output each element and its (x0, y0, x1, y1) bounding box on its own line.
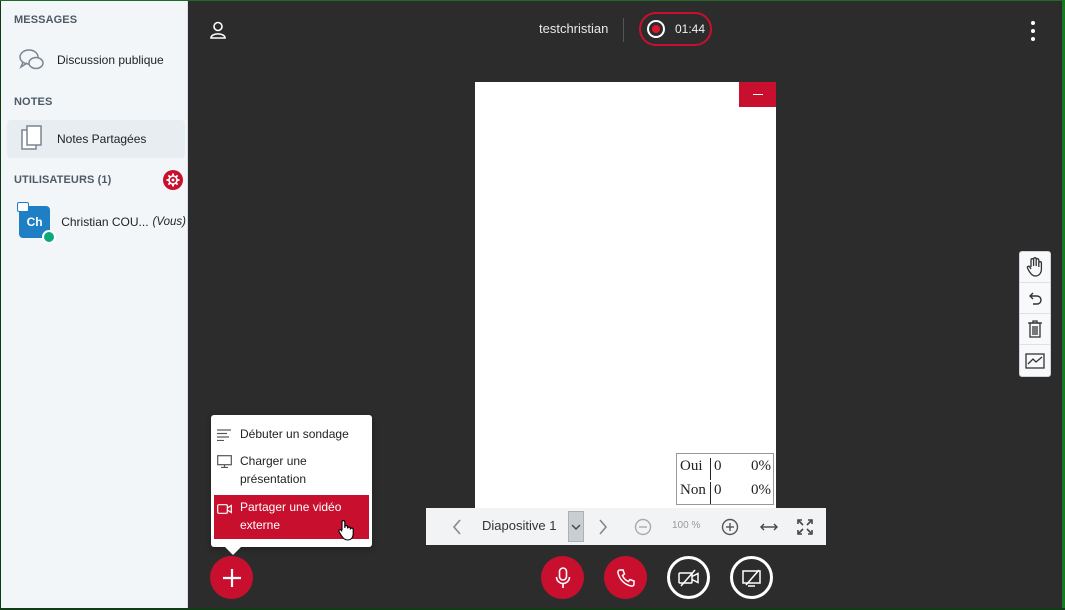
minus-icon (752, 93, 763, 96)
avatar: Ch (17, 202, 57, 244)
hand-icon (1026, 257, 1043, 277)
poll-row: Oui 0 0% (679, 458, 773, 482)
kebab-dot-icon (1031, 21, 1035, 25)
next-slide-button[interactable] (592, 508, 614, 545)
poll-percent: 0% (751, 482, 771, 498)
share-screen-button[interactable] (730, 556, 773, 599)
share-webcam-button[interactable] (667, 556, 710, 599)
undo-button[interactable] (1020, 283, 1050, 314)
fullscreen-icon (797, 518, 813, 535)
undo-icon (1029, 292, 1042, 305)
user-list-item[interactable]: Ch Christian COU... (Vous) (14, 200, 186, 244)
video-icon (217, 498, 233, 519)
fit-width-button[interactable] (757, 508, 781, 545)
multi-user-whiteboard-button[interactable] (1020, 345, 1050, 376)
hand-cursor-icon (337, 519, 355, 546)
whiteboard-icon (1025, 352, 1045, 369)
chat-icon (17, 45, 47, 75)
notes-section-title: NOTES (14, 96, 53, 108)
hand-tool-button[interactable] (1020, 252, 1050, 283)
chevron-down-icon (571, 524, 581, 530)
zoom-out-button[interactable] (632, 508, 654, 545)
record-icon (647, 20, 665, 38)
meeting-name: testchristian (539, 21, 609, 36)
shared-notes-label: Notes Partagées (57, 132, 147, 146)
avatar-initials: Ch (26, 215, 43, 229)
user-list-toggle[interactable] (208, 20, 228, 40)
user-settings-button[interactable] (163, 170, 183, 190)
notes-icon (17, 124, 47, 154)
poll-count: 0 (714, 482, 722, 498)
menu-item-label: Débuter un sondage (240, 427, 349, 441)
phone-icon (616, 568, 635, 587)
zoom-in-icon (721, 518, 739, 535)
poll-percent: 0% (751, 458, 771, 474)
mic-status-icon (42, 230, 57, 244)
clear-annotations-button[interactable] (1020, 314, 1050, 345)
messages-section-title: MESSAGES (14, 14, 78, 26)
chevron-left-icon (452, 518, 461, 535)
actions-button[interactable] (210, 556, 253, 599)
poll-icon (217, 425, 233, 446)
camera-off-icon (677, 569, 699, 586)
menu-item-upload-presentation[interactable]: Charger une présentation (214, 452, 369, 490)
fit-width-icon (760, 523, 778, 530)
user-name: Christian COU... (61, 215, 149, 229)
zoom-level: 100 % (672, 520, 701, 531)
trash-icon (1028, 320, 1042, 338)
presentation-icon (217, 452, 233, 473)
user-you-label: (Vous) (152, 216, 186, 228)
desktop-share-off-icon (741, 569, 761, 587)
poll-answer: Oui (680, 458, 703, 474)
poll-answer: Non (680, 482, 706, 498)
poll-results-table: Oui 0 0% Non 0 0% (676, 453, 774, 505)
sidebar-item-shared-notes[interactable]: Notes Partagées (7, 120, 185, 158)
menu-item-start-poll[interactable]: Débuter un sondage (214, 425, 369, 447)
whiteboard-toolbar (1019, 251, 1051, 377)
chevron-right-icon (599, 518, 608, 535)
sidebar-item-public-chat[interactable]: Discussion publique (7, 41, 185, 79)
users-section-title: UTILISATEURS (1) (14, 174, 112, 186)
minimize-presentation-button[interactable] (739, 82, 776, 107)
public-chat-label: Discussion publique (57, 53, 164, 67)
microphone-button[interactable] (541, 556, 584, 599)
zoom-in-button[interactable] (719, 508, 741, 545)
presenter-icon (17, 202, 29, 212)
fullscreen-button[interactable] (794, 508, 816, 545)
gear-icon (166, 173, 180, 187)
user-icon (210, 21, 226, 39)
presentation-slide (475, 82, 776, 510)
options-menu-button[interactable] (1026, 21, 1040, 41)
plus-icon (222, 568, 241, 587)
microphone-icon (555, 566, 570, 588)
slide-select-label[interactable]: Diapositive 1 (482, 518, 556, 533)
menu-item-label: Charger une présentation (240, 454, 307, 486)
zoom-out-icon (634, 518, 652, 535)
recording-time: 01:44 (675, 22, 706, 36)
sidebar: MESSAGES Discussion publique NOTES Notes… (1, 1, 188, 608)
recording-indicator[interactable]: 01:44 (639, 12, 712, 46)
poll-row: Non 0 0% (679, 482, 773, 506)
previous-slide-button[interactable] (446, 508, 468, 545)
leave-audio-button[interactable] (604, 556, 647, 599)
slide-select-dropdown[interactable] (568, 511, 584, 542)
topbar-divider (623, 18, 624, 42)
presentation-toolbar: Diapositive 1 100 % (426, 508, 826, 545)
menu-item-label: Partager une vidéo externe (240, 500, 342, 532)
poll-count: 0 (714, 458, 722, 474)
